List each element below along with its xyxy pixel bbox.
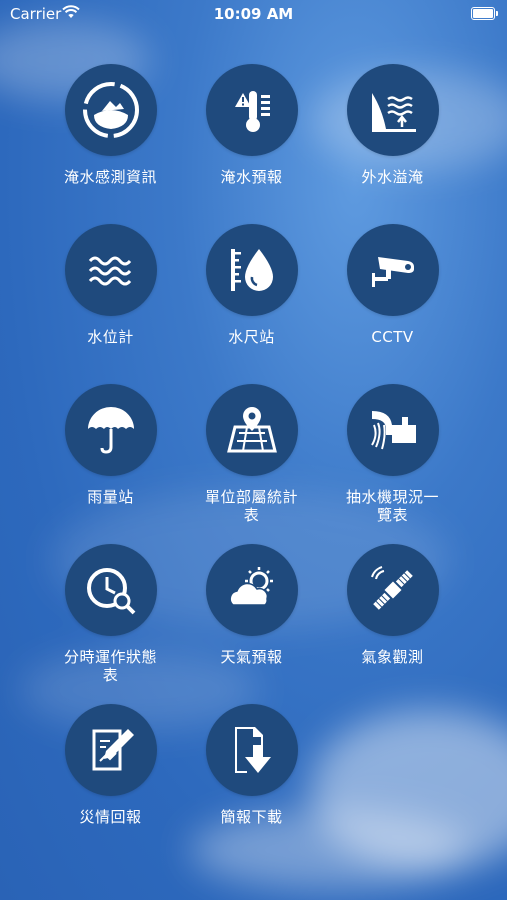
status-time: 10:09 AM xyxy=(213,5,294,23)
menu-item-weather-forecast[interactable]: 天氣預報 xyxy=(181,544,322,684)
menu-grid: 淹水感測資訊 淹水預報 外水溢淹 水位計 水尺站 CCTV 雨量站 單位部屬統計… xyxy=(40,64,470,844)
menu-item-label: 簡報下載 xyxy=(220,808,283,826)
menu-item-flood-sensor[interactable]: 淹水感測資訊 xyxy=(40,64,181,204)
menu-item-label: CCTV xyxy=(371,328,414,346)
menu-item-unit-deployment[interactable]: 單位部屬統計表 xyxy=(181,384,322,524)
map-pin-icon xyxy=(205,384,298,476)
menu-item-weather-observation[interactable]: 氣象觀測 xyxy=(322,544,463,684)
umbrella-icon xyxy=(64,384,157,476)
menu-item-label: 災情回報 xyxy=(79,808,142,826)
menu-item-external-overflow[interactable]: 外水溢淹 xyxy=(322,64,463,204)
external-overflow-icon xyxy=(346,64,439,156)
menu-item-rainfall[interactable]: 雨量站 xyxy=(40,384,181,524)
menu-item-label: 雨量站 xyxy=(87,488,134,506)
water-waves-icon xyxy=(64,224,157,316)
menu-item-label: 淹水預報 xyxy=(220,168,283,186)
weather-icon xyxy=(205,544,298,636)
flood-sensor-icon xyxy=(64,64,157,156)
menu-item-briefing-download[interactable]: 簡報下載 xyxy=(181,704,322,844)
menu-item-label: 外水溢淹 xyxy=(361,168,424,186)
download-doc-icon xyxy=(205,704,298,796)
clock-search-icon xyxy=(64,544,157,636)
menu-item-label: 分時運作狀態表 xyxy=(63,648,157,684)
menu-item-flood-forecast[interactable]: 淹水預報 xyxy=(181,64,322,204)
status-bar: Carrier 10:09 AM xyxy=(0,0,507,30)
water-gauge-icon xyxy=(205,224,298,316)
menu-item-label: 水位計 xyxy=(87,328,134,346)
menu-item-label: 淹水感測資訊 xyxy=(63,168,157,186)
menu-item-label: 天氣預報 xyxy=(220,648,283,666)
menu-item-label: 抽水機現況一覽表 xyxy=(345,488,439,524)
menu-item-water-gauge[interactable]: 水尺站 xyxy=(181,224,322,364)
menu-item-time-status[interactable]: 分時運作狀態表 xyxy=(40,544,181,684)
pump-icon xyxy=(346,384,439,476)
menu-item-label: 水尺站 xyxy=(228,328,275,346)
cctv-camera-icon xyxy=(346,224,439,316)
menu-item-pump-status[interactable]: 抽水機現況一覽表 xyxy=(322,384,463,524)
satellite-icon xyxy=(346,544,439,636)
menu-item-water-level[interactable]: 水位計 xyxy=(40,224,181,364)
menu-item-label: 單位部屬統計表 xyxy=(204,488,298,524)
menu-item-disaster-report[interactable]: 災情回報 xyxy=(40,704,181,844)
flood-forecast-icon xyxy=(205,64,298,156)
menu-item-cctv[interactable]: CCTV xyxy=(322,224,463,364)
menu-item-label: 氣象觀測 xyxy=(361,648,424,666)
report-edit-icon xyxy=(64,704,157,796)
battery-icon xyxy=(471,7,498,20)
